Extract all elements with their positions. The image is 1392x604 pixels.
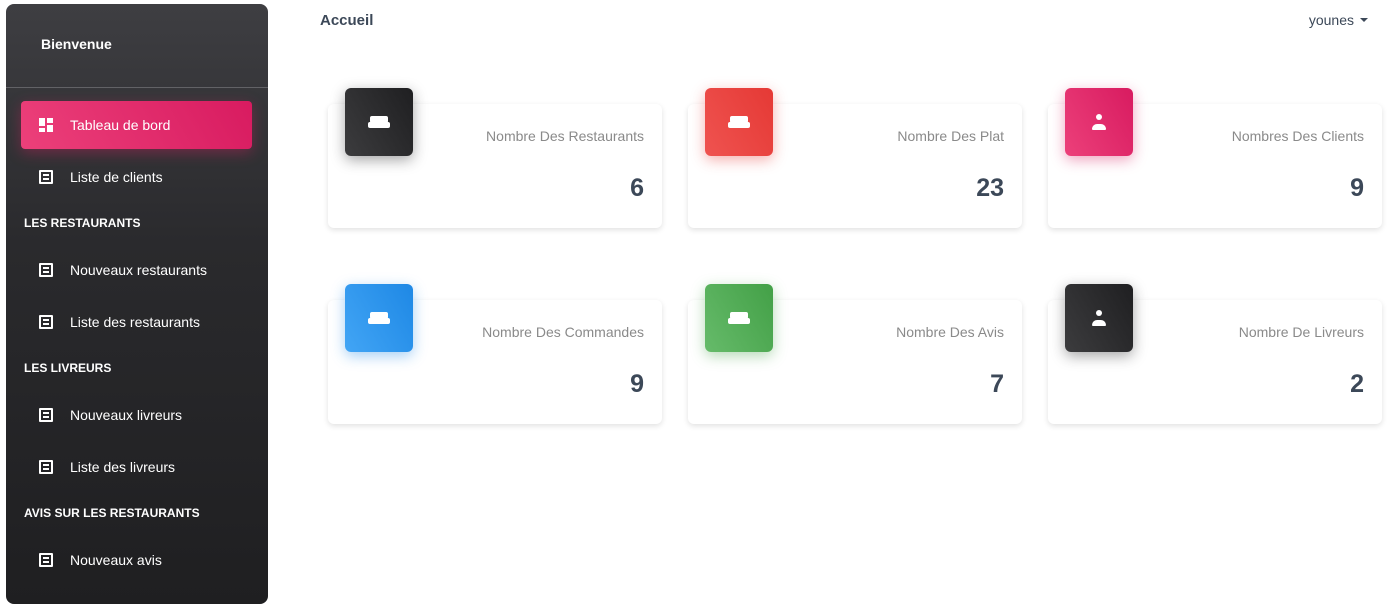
stat-label: Nombre Des Plat (897, 128, 1004, 144)
sidebar-divider (6, 87, 268, 88)
section-title-restaurants: LES RESTAURANTS (24, 216, 141, 230)
sidebar-item-nouveaux-restaurants[interactable]: Nouveaux restaurants (21, 246, 252, 294)
stat-card-clients: Nombres Des Clients 9 (1048, 88, 1382, 228)
caret-down-icon (1360, 18, 1368, 22)
section-title-avis: AVIS SUR LES RESTAURANTS (24, 506, 200, 520)
stat-icon-box (705, 284, 773, 352)
stat-value: 7 (990, 370, 1004, 398)
stat-card-plats: Nombre Des Plat 23 (688, 88, 1022, 228)
sofa-icon (728, 116, 750, 128)
sidebar-item-liste-des-restaurants[interactable]: Liste des restaurants (21, 298, 252, 346)
sofa-icon (728, 312, 750, 324)
stat-icon-box (1065, 88, 1133, 156)
sidebar: Bienvenue Tableau de bord Liste de clien… (6, 4, 268, 604)
stat-label: Nombre Des Restaurants (486, 128, 644, 144)
stat-value: 9 (1350, 174, 1364, 202)
stat-label: Nombre Des Commandes (482, 324, 644, 340)
user-name: younes (1308, 12, 1354, 28)
stat-value: 6 (630, 174, 644, 202)
sidebar-item-label: Liste de clients (70, 169, 163, 185)
stat-value: 23 (976, 174, 1004, 202)
sidebar-nav: Tableau de bord Liste de clients LES RES… (21, 101, 252, 588)
sidebar-item-nouveaux-livreurs[interactable]: Nouveaux livreurs (21, 391, 252, 439)
sidebar-item-label: Nouveaux restaurants (70, 262, 207, 278)
stat-label: Nombres Des Clients (1231, 128, 1364, 144)
person-icon (1092, 114, 1106, 130)
sidebar-item-label: Tableau de bord (70, 117, 171, 133)
sidebar-item-liste-des-livreurs[interactable]: Liste des livreurs (21, 443, 252, 491)
receipt-icon (39, 408, 53, 422)
sidebar-item-label: Nouveaux livreurs (70, 407, 183, 423)
stat-icon-box (345, 88, 413, 156)
sidebar-item-liste-de-clients[interactable]: Liste de clients (21, 153, 252, 201)
receipt-icon (39, 263, 53, 277)
stat-card-commandes: Nombre Des Commandes 9 (328, 284, 662, 424)
receipt-icon (39, 460, 53, 474)
dashboard-icon (39, 118, 53, 132)
sofa-icon (368, 312, 390, 324)
page-title: Accueil (320, 12, 374, 29)
stat-icon-box (1065, 284, 1133, 352)
sidebar-item-label: Liste des livreurs (70, 459, 176, 475)
stat-card-livreurs: Nombre De Livreurs 2 (1048, 284, 1382, 424)
sidebar-brand[interactable]: Bienvenue (41, 36, 112, 52)
user-menu[interactable]: younes (1309, 12, 1368, 28)
stat-card-avis: Nombre Des Avis 7 (688, 284, 1022, 424)
stat-icon-box (705, 88, 773, 156)
section-title-livreurs: LES LIVREURS (24, 361, 112, 375)
stat-value: 2 (1350, 370, 1364, 398)
sidebar-item-label: Liste des restaurants (70, 314, 200, 330)
person-icon (1092, 310, 1106, 326)
sofa-icon (368, 116, 390, 128)
stat-label: Nombre De Livreurs (1238, 324, 1364, 340)
receipt-icon (39, 315, 53, 329)
stat-value: 9 (630, 370, 644, 398)
sidebar-item-label: Nouveaux avis (70, 552, 162, 568)
sidebar-item-tableau-de-bord[interactable]: Tableau de bord (21, 101, 252, 149)
stat-label: Nombre Des Avis (896, 324, 1004, 340)
stat-icon-box (345, 284, 413, 352)
stat-card-restaurants: Nombre Des Restaurants 6 (328, 88, 662, 228)
receipt-icon (39, 170, 53, 184)
receipt-icon (39, 553, 53, 567)
sidebar-item-nouveaux-avis[interactable]: Nouveaux avis (21, 536, 252, 584)
